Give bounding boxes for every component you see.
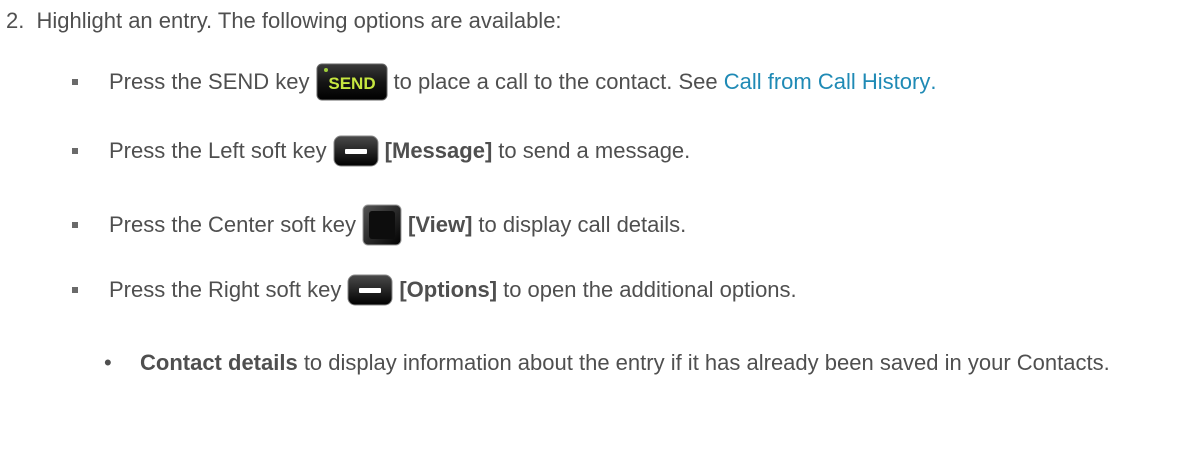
sub-item-description: to display information about the entry i… [297,350,1110,375]
square-bullet-icon [72,222,78,228]
options-label: [Options] [399,277,498,302]
square-bullet-icon [72,148,78,154]
call-history-link[interactable]: Call from Call History [724,66,931,98]
center-soft-key-icon [362,204,402,246]
link-period: . [930,69,937,94]
left-soft-key-icon [333,135,379,167]
contact-details-label: Contact details [140,350,298,375]
send-key-icon: SEND [316,63,388,101]
bullet-right-soft-key: Press the Right soft key [Options] to op… [72,274,797,306]
sub-item-contact-details: • Contact details to display information… [104,347,1194,417]
right-soft-key-icon [347,274,393,306]
square-bullet-icon [72,79,78,85]
bullet-text-before: Press the Center soft key [109,212,356,237]
bullet-text-before: Press the Left soft key [109,138,327,163]
step-number: 2. [6,8,25,33]
bullet-text-after: to send a message. [498,138,691,163]
bullet-text-before: Press the Right soft key [109,277,342,302]
message-label: [Message] [384,138,493,163]
send-key-label: SEND [328,74,375,93]
document-page: 2. Highlight an entry. The following opt… [0,0,1202,476]
bullet-send-key: Press the SEND key SEND to place a call … [72,63,936,101]
bullet-text-after: to place a call to the contact. See [393,69,724,94]
step-text: Highlight an entry. The following option… [36,8,562,33]
step-line: 2. Highlight an entry. The following opt… [6,5,562,37]
square-bullet-icon [72,287,78,293]
round-bullet-icon: • [104,350,112,375]
bullet-left-soft-key: Press the Left soft key [Message] to sen… [72,135,690,167]
bullet-center-soft-key: Press the Center soft key [View] to disp… [72,204,686,246]
sub-item-text: Contact details to display information a… [140,347,1180,379]
view-label: [View] [408,212,473,237]
bullet-text-after: to open the additional options. [503,277,797,302]
bullet-text-after: to display call details. [478,212,687,237]
bullet-text-before: Press the SEND key [109,69,310,94]
